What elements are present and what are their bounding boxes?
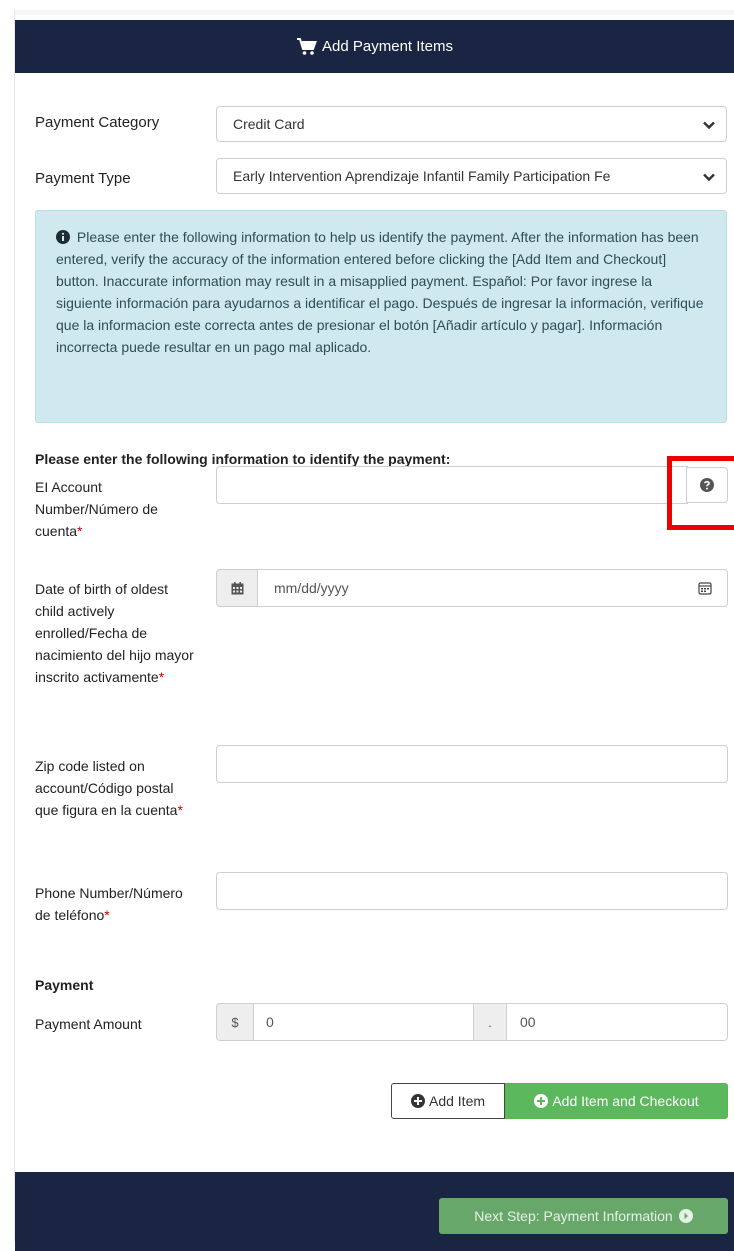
add-item-checkout-button[interactable]: Add Item and Checkout — [505, 1083, 728, 1119]
payment-type-label: Payment Type — [35, 170, 131, 187]
cart-icon — [297, 37, 317, 55]
plus-circle-icon — [534, 1094, 549, 1108]
payment-type-value: Early Intervention Aprendizaje Infantil … — [233, 168, 611, 184]
calendar-icon — [231, 581, 243, 594]
phone-label: Phone Number/Número de teléfono* — [35, 885, 183, 923]
payment-category-value: Credit Card — [233, 116, 305, 132]
next-step-label: Next Step: Payment Information — [474, 1208, 673, 1224]
payment-cents-input[interactable]: 00 — [506, 1003, 728, 1041]
decimal-addon: . — [473, 1003, 507, 1041]
highlight-box — [667, 456, 734, 530]
dob-input[interactable]: mm/dd/yyyy — [257, 569, 728, 607]
payment-dollars-value: 0 — [266, 1014, 274, 1030]
zip-input[interactable] — [216, 745, 728, 783]
date-picker-icon[interactable] — [698, 582, 712, 595]
top-strip — [15, 10, 734, 15]
payment-dollars-input[interactable]: 0 — [253, 1003, 474, 1041]
payment-category-label: Payment Category — [35, 114, 160, 131]
payment-panel: Add Payment Items Payment Category Credi… — [14, 10, 734, 1251]
payment-type-select[interactable]: Early Intervention Aprendizaje Infantil … — [216, 158, 727, 194]
add-item-label: Add Item — [428, 1093, 486, 1109]
add-item-button[interactable]: Add Item — [391, 1083, 505, 1119]
panel-title: Add Payment Items — [322, 38, 453, 55]
zip-label: Zip code listed on account/Código postal… — [35, 758, 183, 818]
info-alert: Please enter the following information t… — [35, 210, 727, 423]
calendar-addon — [216, 569, 258, 607]
required-mark: * — [77, 523, 83, 539]
chevron-down-icon — [703, 173, 715, 182]
dob-label: Date of birth of oldest child actively e… — [35, 581, 194, 685]
payment-cents-value: 00 — [520, 1014, 536, 1030]
account-number-input[interactable] — [216, 466, 688, 504]
next-step-button[interactable]: Next Step: Payment Information — [439, 1198, 728, 1234]
info-icon — [56, 230, 70, 244]
payment-category-select[interactable]: Credit Card — [216, 106, 727, 142]
plus-circle-icon — [410, 1094, 425, 1108]
phone-input[interactable] — [216, 872, 728, 910]
identify-heading: Please enter the following information t… — [35, 451, 451, 467]
alert-text: Please enter the following information t… — [56, 229, 704, 355]
payment-heading: Payment — [35, 977, 94, 993]
account-number-label: EI Account Number/Número de cuenta* — [35, 479, 158, 539]
currency-addon: $ — [216, 1003, 254, 1041]
arrow-right-circle-icon — [678, 1209, 693, 1223]
chevron-down-icon — [703, 121, 715, 130]
panel-header: Add Payment Items — [15, 20, 734, 73]
dob-placeholder: mm/dd/yyyy — [274, 580, 349, 596]
add-item-checkout-label: Add Item and Checkout — [552, 1093, 699, 1109]
payment-amount-label: Payment Amount — [35, 1016, 142, 1032]
